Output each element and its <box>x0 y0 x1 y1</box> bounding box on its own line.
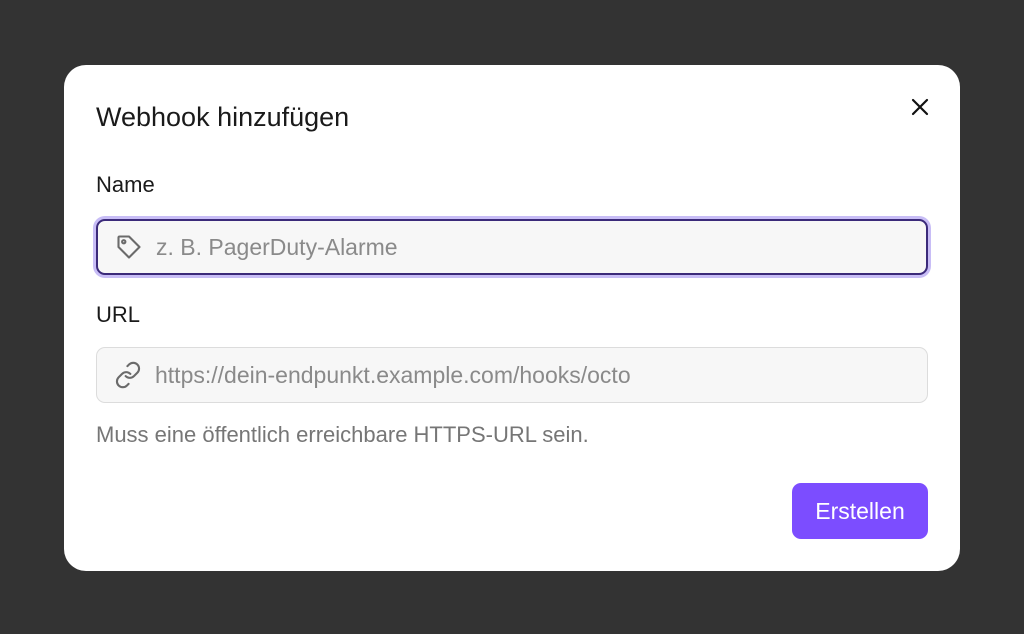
url-input-wrapper[interactable] <box>96 347 928 403</box>
add-webhook-dialog: Webhook hinzufügen Name URL <box>64 65 960 571</box>
link-icon <box>114 361 142 389</box>
create-button[interactable]: Erstellen <box>792 483 928 539</box>
modal-backdrop[interactable]: Webhook hinzufügen Name URL <box>0 0 1024 634</box>
close-icon <box>911 98 929 116</box>
name-label: Name <box>96 172 155 197</box>
close-button[interactable] <box>906 93 934 121</box>
tag-icon <box>115 233 143 261</box>
name-input-wrapper[interactable] <box>96 219 928 275</box>
url-helper-text: Muss eine öffentlich erreichbare HTTPS-U… <box>96 422 589 447</box>
url-label: URL <box>96 302 141 327</box>
name-input[interactable] <box>156 221 926 273</box>
url-input[interactable] <box>155 348 927 402</box>
dialog-title: Webhook hinzufügen <box>96 102 350 132</box>
